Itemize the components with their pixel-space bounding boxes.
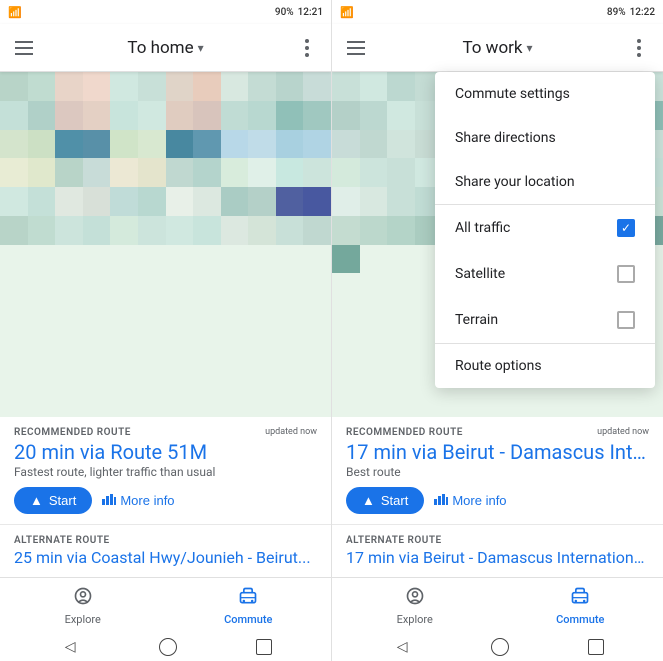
right-recents-btn[interactable]	[588, 639, 604, 655]
left-nav-icon: ▲	[30, 493, 43, 508]
right-status-bar: 📶 89% 12:22	[332, 0, 663, 24]
left-rec-title: 20 min via Route 51M	[14, 440, 317, 464]
right-bottom-nav: Explore Commute	[332, 577, 663, 633]
right-toolbar: To work ▾	[332, 24, 663, 72]
right-status-right: 89% 12:22	[607, 7, 655, 18]
left-bottom-nav: Explore Commute	[0, 577, 331, 633]
left-dropdown-arrow: ▾	[198, 41, 204, 55]
left-rec-subtitle: Fastest route, lighter traffic than usua…	[14, 465, 317, 479]
right-nav-explore[interactable]: Explore	[332, 586, 498, 626]
left-menu-icon[interactable]	[12, 36, 36, 60]
right-dropdown-menu: Commute settings Share directions Share …	[435, 72, 655, 388]
right-status-left: 📶	[340, 6, 354, 19]
left-start-button[interactable]: ▲ Start	[14, 487, 92, 514]
right-gesture-bar: ◁	[332, 633, 663, 661]
dropdown-all-traffic[interactable]: All traffic ✓	[435, 205, 655, 251]
left-map-grid	[0, 72, 331, 417]
dropdown-route-options[interactable]: Route options	[435, 344, 655, 388]
left-toolbar: To home ▾	[0, 24, 331, 72]
left-commute-label: Commute	[224, 613, 272, 626]
satellite-checkbox[interactable]	[617, 265, 635, 283]
right-alt-title: 17 min via Beirut - Damascus Internation…	[346, 548, 649, 567]
right-explore-icon	[405, 586, 425, 611]
left-more-info-button[interactable]: More info	[102, 493, 174, 508]
right-toolbar-title[interactable]: To work ▾	[380, 38, 615, 58]
right-title-text: To work	[462, 38, 522, 58]
right-battery: 89%	[607, 7, 626, 18]
left-alt-label: ALTERNATE ROUTE	[14, 535, 317, 546]
left-nav-commute[interactable]: Commute	[166, 586, 332, 626]
right-bottom-cards: RECOMMENDED ROUTE updated now 17 min via…	[332, 417, 663, 661]
terrain-checkbox[interactable]	[617, 311, 635, 329]
left-alt-title: 25 min via Coastal Hwy/Jounieh - Beirut.…	[14, 548, 317, 567]
dropdown-share-location[interactable]: Share your location	[435, 160, 655, 204]
left-back-btn[interactable]: ◁	[59, 636, 81, 658]
left-status-bar: 📶 90% 12:21	[0, 0, 331, 24]
right-alternate-route-card[interactable]: ALTERNATE ROUTE 17 min via Beirut - Dama…	[332, 525, 663, 577]
left-gesture-bar: ◁	[0, 633, 331, 661]
all-traffic-checkbox[interactable]: ✓	[617, 219, 635, 237]
right-more-info-button[interactable]: More info	[434, 493, 506, 508]
left-recents-btn[interactable]	[256, 639, 272, 655]
right-rec-label: RECOMMENDED ROUTE updated now	[346, 427, 649, 438]
right-back-btn[interactable]: ◁	[391, 636, 413, 658]
left-explore-label: Explore	[65, 613, 101, 626]
left-bottom-cards: RECOMMENDED ROUTE updated now 20 min via…	[0, 417, 331, 661]
left-map[interactable]	[0, 72, 331, 417]
left-explore-icon	[73, 586, 93, 611]
right-commute-icon	[570, 586, 590, 611]
right-rec-actions: ▲ Start More info	[346, 487, 649, 514]
dropdown-satellite[interactable]: Satellite	[435, 251, 655, 297]
right-home-btn[interactable]	[491, 638, 509, 656]
left-alternate-route-card[interactable]: ALTERNATE ROUTE 25 min via Coastal Hwy/J…	[0, 525, 331, 577]
left-more-options[interactable]	[295, 36, 319, 60]
right-dropdown-arrow: ▾	[527, 41, 533, 55]
right-start-button[interactable]: ▲ Start	[346, 487, 424, 514]
right-explore-label: Explore	[397, 613, 433, 626]
dropdown-commute-settings[interactable]: Commute settings	[435, 72, 655, 116]
right-rec-title: 17 min via Beirut - Damascus Internation…	[346, 440, 649, 464]
left-chart-icon	[102, 493, 116, 508]
left-title-text: To home	[127, 38, 193, 58]
left-recommended-route-card: RECOMMENDED ROUTE updated now 20 min via…	[0, 417, 331, 525]
wifi-icon: 📶	[8, 6, 22, 19]
left-rec-actions: ▲ Start More info	[14, 487, 317, 514]
left-battery: 90%	[275, 7, 294, 18]
right-nav-commute[interactable]: Commute	[498, 586, 663, 626]
right-chart-icon	[434, 493, 448, 508]
status-left-icons: 📶	[8, 6, 22, 19]
right-alt-label: ALTERNATE ROUTE	[346, 535, 649, 546]
left-rec-label: RECOMMENDED ROUTE updated now	[14, 427, 317, 438]
right-more-options[interactable]	[627, 36, 651, 60]
right-wifi-icon: 📶	[340, 6, 354, 19]
left-commute-icon	[238, 586, 258, 611]
right-rec-subtitle: Best route	[346, 465, 649, 479]
left-home-btn[interactable]	[159, 638, 177, 656]
right-nav-icon: ▲	[362, 493, 375, 508]
left-time: 12:21	[298, 7, 323, 18]
dropdown-terrain[interactable]: Terrain	[435, 297, 655, 343]
left-toolbar-title[interactable]: To home ▾	[48, 38, 283, 58]
right-commute-label: Commute	[556, 613, 604, 626]
right-phone-panel: 📶 89% 12:22 To work ▾	[332, 0, 663, 661]
right-time: 12:22	[630, 7, 655, 18]
left-nav-explore[interactable]: Explore	[0, 586, 166, 626]
dropdown-share-directions[interactable]: Share directions	[435, 116, 655, 160]
left-phone-panel: 📶 90% 12:21 To home ▾	[0, 0, 331, 661]
right-recommended-route-card: RECOMMENDED ROUTE updated now 17 min via…	[332, 417, 663, 525]
right-menu-icon[interactable]	[344, 36, 368, 60]
status-right-info: 90% 12:21	[275, 7, 323, 18]
